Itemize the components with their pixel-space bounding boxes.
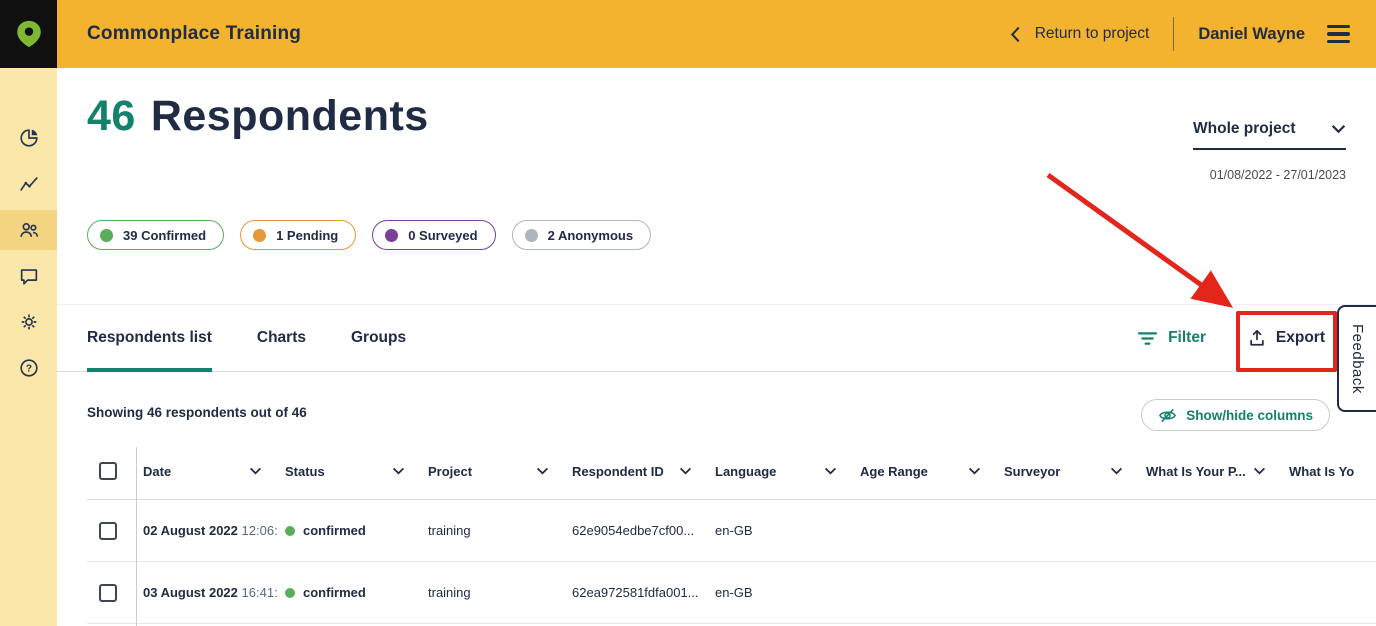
pill-confirmed[interactable]: 39 Confirmed	[87, 220, 224, 250]
return-link-label: Return to project	[1035, 25, 1150, 43]
hamburger-menu-icon[interactable]	[1327, 25, 1350, 44]
tabs: Respondents list Charts Groups	[87, 305, 406, 371]
return-to-project-link[interactable]: Return to project	[1010, 25, 1150, 43]
chevron-down-icon	[392, 467, 405, 475]
chevron-down-icon	[1110, 467, 1123, 475]
table-vertical-divider	[136, 447, 137, 626]
pill-pending[interactable]: 1 Pending	[240, 220, 356, 250]
pill-anonymous[interactable]: 2 Anonymous	[512, 220, 651, 250]
help-icon: ?	[18, 357, 40, 379]
page-title: 46 Respondents	[87, 92, 429, 141]
sidebar-item-analytics[interactable]	[0, 164, 57, 204]
column-header-date[interactable]: Date	[136, 464, 278, 479]
pill-label: 1 Pending	[276, 228, 338, 243]
cell-respondent-id: 62e9054edbe7cf00...	[565, 523, 708, 538]
row-checkbox[interactable]	[99, 522, 117, 540]
respondents-table: Date Status Project Respondent ID Langua…	[87, 443, 1376, 626]
people-icon	[18, 219, 40, 241]
show-hide-label: Show/hide columns	[1186, 408, 1313, 423]
topbar-right: Return to project Daniel Wayne	[1010, 17, 1376, 51]
table-row[interactable]: 02 August 2022 12:06:5 confirmed trainin…	[87, 500, 1376, 562]
column-header-language[interactable]: Language	[708, 464, 853, 479]
sidebar-item-respondents[interactable]	[0, 210, 57, 250]
sidebar-item-dashboard[interactable]	[0, 118, 57, 158]
chevron-down-icon	[824, 467, 837, 475]
cell-date: 02 August 2022 12:06:5	[136, 523, 278, 538]
column-header-project[interactable]: Project	[421, 464, 565, 479]
filter-button[interactable]: Filter	[1138, 329, 1206, 347]
tab-groups[interactable]: Groups	[351, 305, 406, 371]
show-hide-columns-button[interactable]: Show/hide columns	[1141, 399, 1330, 431]
export-button[interactable]: Export	[1248, 329, 1325, 347]
tab-charts[interactable]: Charts	[257, 305, 306, 371]
select-all-checkbox[interactable]	[99, 462, 117, 480]
tab-respondents-list[interactable]: Respondents list	[87, 305, 212, 371]
pill-label: 39 Confirmed	[123, 228, 206, 243]
confirmed-dot	[100, 229, 113, 242]
column-header-question-1[interactable]: What Is Your P...	[1139, 464, 1282, 479]
app-title: Commonplace Training	[87, 23, 301, 45]
column-header-question-2[interactable]: What Is Yo	[1282, 464, 1376, 479]
cell-respondent-id: 62ea972581fdfa001...	[565, 585, 708, 600]
topbar-divider	[1173, 17, 1174, 51]
column-header-respondent-id[interactable]: Respondent ID	[565, 464, 708, 479]
date-range: 01/08/2022 - 27/01/2023	[1210, 168, 1346, 182]
column-header-age-range[interactable]: Age Range	[853, 464, 997, 479]
cell-language: en-GB	[708, 523, 853, 538]
chevron-down-icon	[536, 467, 549, 475]
tabs-row: Respondents list Charts Groups Filter Ex…	[57, 304, 1376, 372]
comment-icon	[18, 265, 40, 287]
svg-text:?: ?	[25, 364, 31, 375]
user-name[interactable]: Daniel Wayne	[1198, 25, 1305, 44]
status-dot	[285, 588, 295, 598]
row-checkbox[interactable]	[99, 584, 117, 602]
sidebar-item-settings[interactable]	[0, 302, 57, 342]
feedback-tab[interactable]: Feedback	[1337, 305, 1376, 412]
pill-surveyed[interactable]: 0 Surveyed	[372, 220, 495, 250]
sidebar: ?	[0, 68, 57, 626]
chevron-left-icon	[1010, 26, 1021, 43]
export-label: Export	[1276, 329, 1325, 347]
cell-language: en-GB	[708, 585, 853, 600]
respondent-count: 46	[87, 92, 136, 140]
main-content: 46 Respondents Whole project 01/08/2022 -…	[57, 68, 1376, 626]
anonymous-dot	[525, 229, 538, 242]
top-bar: Commonplace Training Return to project D…	[0, 0, 1376, 68]
filter-icon	[1138, 331, 1157, 346]
status-dot	[285, 526, 295, 536]
filter-label: Filter	[1168, 329, 1206, 347]
column-header-status[interactable]: Status	[278, 464, 421, 479]
sidebar-item-help[interactable]: ?	[0, 348, 57, 388]
pill-label: 0 Surveyed	[408, 228, 477, 243]
table-header-row: Date Status Project Respondent ID Langua…	[87, 443, 1376, 500]
sidebar-item-comments[interactable]	[0, 256, 57, 296]
line-chart-icon	[18, 173, 40, 195]
export-upload-icon	[1248, 329, 1266, 347]
surveyed-dot	[385, 229, 398, 242]
commonplace-logo[interactable]	[0, 0, 57, 68]
eye-off-icon	[1158, 406, 1177, 425]
results-summary: Showing 46 respondents out of 46	[87, 405, 307, 420]
project-scope-dropdown[interactable]: Whole project	[1193, 120, 1346, 150]
scope-label: Whole project	[1193, 120, 1295, 138]
pending-dot	[253, 229, 266, 242]
page-title-text: Respondents	[151, 92, 429, 140]
cell-status: confirmed	[278, 585, 421, 600]
cell-project: training	[421, 585, 565, 600]
status-pills: 39 Confirmed 1 Pending 0 Surveyed 2 Anon…	[87, 220, 651, 250]
map-pin-icon	[14, 19, 44, 49]
chevron-down-icon	[679, 467, 692, 475]
chevron-down-icon	[249, 467, 262, 475]
pie-chart-icon	[18, 127, 40, 149]
table-row[interactable]: 03 August 2022 16:41:2 confirmed trainin…	[87, 562, 1376, 624]
gear-icon	[18, 311, 40, 333]
chevron-down-icon	[1331, 124, 1346, 134]
cell-project: training	[421, 523, 565, 538]
column-header-surveyor[interactable]: Surveyor	[997, 464, 1139, 479]
chevron-down-icon	[1253, 467, 1266, 475]
cell-status: confirmed	[278, 523, 421, 538]
chevron-down-icon	[968, 467, 981, 475]
pill-label: 2 Anonymous	[548, 228, 633, 243]
cell-date: 03 August 2022 16:41:2	[136, 585, 278, 600]
